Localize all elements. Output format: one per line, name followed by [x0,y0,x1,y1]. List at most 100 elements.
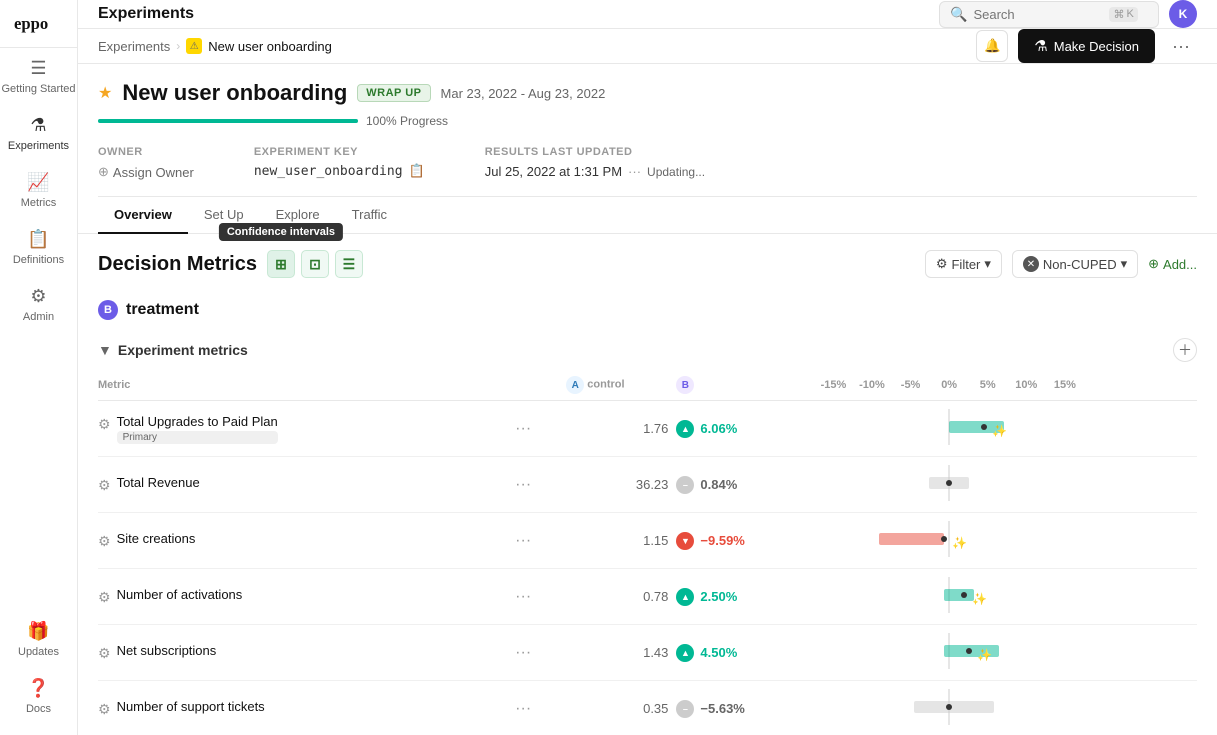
dm-filter-row: ⚙ Filter ▾ ✕ Non-CUPED ▾ ⊕ Add... [925,250,1197,278]
avatar: K [1169,0,1197,28]
breadcrumb: Experiments › ⚠ New user onboarding [98,38,332,54]
add-metric-button[interactable]: ＋ [1173,338,1197,362]
sidebar-item-admin[interactable]: ⚙ Admin [0,276,77,333]
breadcrumb-icon: ⚠ [186,38,202,54]
main-content: Experiments 🔍 ⌘ K K Experiments › ⚠ N [78,0,1217,735]
direction-indicator: – [676,700,694,718]
more-options-button[interactable]: ··· [1165,30,1197,62]
treatment-badge-header: B [676,376,694,394]
breadcrumb-sep: › [176,39,180,53]
metric-icon: ⚙ [98,533,111,550]
primary-badge: Primary [117,431,278,444]
svg-text:eppo: eppo [14,14,48,33]
chart-type-button[interactable]: ⊡ [301,250,329,278]
breadcrumb-parent[interactable]: Experiments [98,39,170,54]
results-value: Jul 25, 2022 at 1:31 PM ··· Updating... [485,164,705,179]
date-range: Mar 23, 2022 - Aug 23, 2022 [441,86,606,101]
header-right: 🔍 ⌘ K K [939,0,1197,28]
direction-indicator: – [676,476,694,494]
table-row: ⚙ Net subscriptions ···1.43 ▲ 4.50% ✨ [98,625,1197,681]
metric-name: Site creations [117,531,196,546]
add-icon: ⊕ [1148,256,1159,272]
sidebar-item-experiments[interactable]: ⚗ Experiments [0,105,77,162]
progress-label: 100% Progress [366,114,448,128]
metric-name-cell: ⚙ Total Upgrades to Paid Plan Primary [98,414,503,444]
tab-set-up[interactable]: Set Up [188,197,260,234]
sidebar-item-docs[interactable]: ❓ Docs [0,668,77,725]
direction-indicator: ▲ [676,588,694,606]
exp-key-value: new_user_onboarding 📋 [254,164,425,179]
exp-metrics-title: ▼ Experiment metrics [98,342,248,358]
star-icon[interactable]: ★ [98,83,112,103]
sidebar-item-updates[interactable]: 🎁 Updates [0,611,77,668]
metric-more-button[interactable]: ··· [511,420,535,438]
search-icon: 🔍 [950,6,967,23]
updates-icon: 🎁 [27,621,49,642]
notifications-button[interactable]: 🔔 [976,30,1008,62]
sidebar-item-metrics[interactable]: 📈 Metrics [0,162,77,219]
search-bar[interactable]: 🔍 ⌘ K [939,1,1159,28]
admin-icon: ⚙ [30,286,46,307]
assign-owner-button[interactable]: ⊕ Assign Owner [98,164,194,180]
experiment-title-row: ★ New user onboarding WRAP UP Mar 23, 20… [98,80,1197,106]
copy-icon[interactable]: 📋 [409,164,425,179]
metric-icon: ⚙ [98,701,111,718]
confidence-intervals-button[interactable]: ⊞ Confidence intervals [267,250,295,278]
tab-explore[interactable]: Explore [260,197,336,234]
sidebar-item-definitions[interactable]: 📋 Definitions [0,219,77,276]
experiments-icon: ⚗ [30,115,46,136]
treatment-name: treatment [126,301,199,319]
svg-text:✨: ✨ [977,648,992,662]
cuped-chevron: ▾ [1121,256,1128,272]
treatment-value: ▼ −9.59% [676,532,806,550]
collapse-icon[interactable]: ▼ [98,342,112,358]
docs-icon: ❓ [27,678,49,699]
control-badge: A [566,376,584,394]
metric-name: Number of support tickets [117,699,265,714]
definitions-icon: 📋 [27,229,49,250]
dm-title: Decision Metrics ⊞ Confidence intervals … [98,250,363,278]
add-button[interactable]: ⊕ Add... [1148,256,1197,272]
metric-icon: ⚙ [98,416,111,433]
metric-more-button[interactable]: ··· [511,588,535,606]
sidebar-nav: ☰ Getting Started ⚗ Experiments 📈 Metric… [0,48,77,611]
table-view-button[interactable]: ☰ [335,250,363,278]
metric-icon: ⚙ [98,589,111,606]
svg-text:✨: ✨ [952,536,967,550]
treatment-value: ▲ 2.50% [676,588,806,606]
metric-name: Net subscriptions [117,643,217,658]
cuped-button[interactable]: ✕ Non-CUPED ▾ [1012,250,1138,278]
dm-header: Decision Metrics ⊞ Confidence intervals … [98,250,1197,278]
metric-name-cell: ⚙ Site creations [98,531,503,550]
make-decision-button[interactable]: ⚗ Make Decision [1018,29,1155,63]
metric-more-button[interactable]: ··· [511,532,535,550]
metric-more-button[interactable]: ··· [511,700,535,718]
table-icon: ☰ [343,256,356,273]
filter-button[interactable]: ⚙ Filter ▾ [925,250,1002,278]
metrics-table: Metric A control B -15% -10% [98,370,1197,735]
status-badge: WRAP UP [357,84,430,102]
metric-name: Total Revenue [117,475,200,490]
control-value: 1.76 [643,421,668,436]
search-input[interactable] [973,7,1103,22]
sidebar-item-getting-started[interactable]: ☰ Getting Started [0,48,77,105]
table-row: ⚙ Site creations ···1.15 ▼ −9.59% ✨ [98,513,1197,569]
sidebar-item-label: Getting Started [2,83,76,95]
control-value: 0.35 [643,701,668,716]
results-label: RESULTS LAST UPDATED [485,146,705,158]
metric-name-cell: ⚙ Total Revenue [98,475,503,494]
exp-key-section: EXPERIMENT KEY new_user_onboarding 📋 [254,146,425,180]
metric-name-cell: ⚙ Net subscriptions [98,643,503,662]
metric-more-button[interactable]: ··· [511,476,535,494]
dots-icon: ··· [628,164,641,179]
metric-icon: ⚙ [98,645,111,662]
progress-row: 100% Progress [98,114,1197,128]
tabs: Overview Set Up Explore Traffic [78,197,1217,234]
tab-overview[interactable]: Overview [98,197,188,234]
metric-name: Total Upgrades to Paid Plan [117,414,278,429]
progress-bar [98,119,358,123]
tab-traffic[interactable]: Traffic [336,197,403,234]
metric-more-button[interactable]: ··· [511,644,535,662]
sidebar-item-label: Metrics [21,197,56,209]
owner-label: OWNER [98,146,194,158]
